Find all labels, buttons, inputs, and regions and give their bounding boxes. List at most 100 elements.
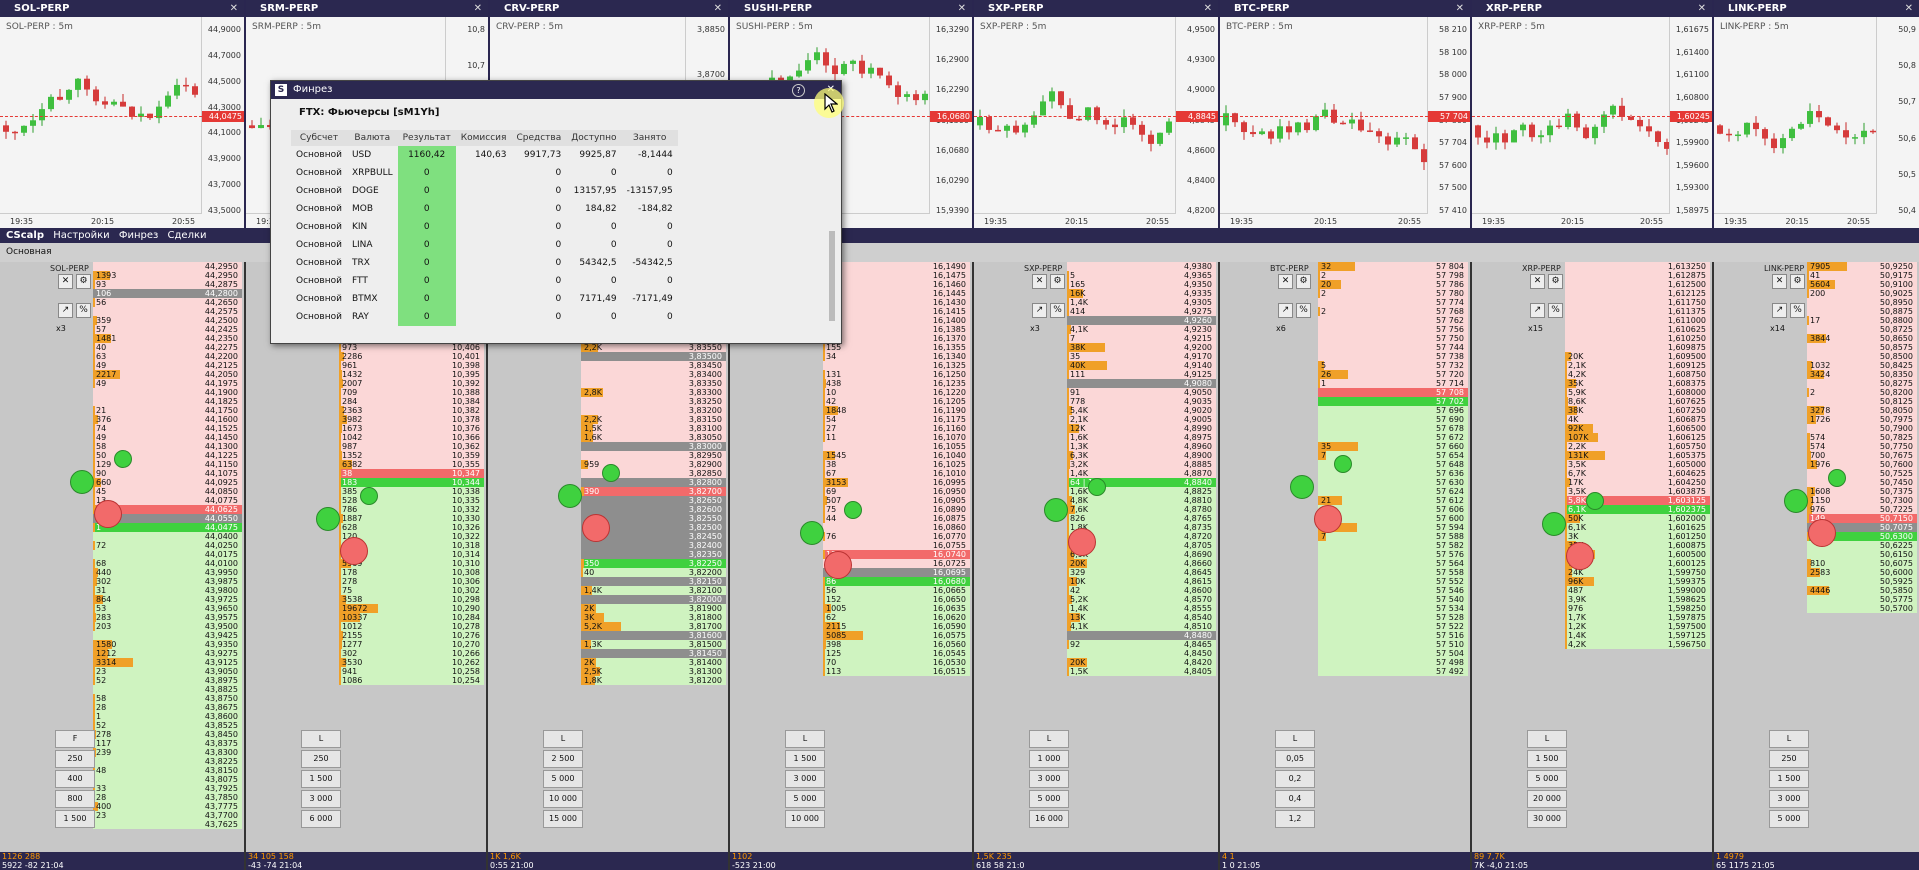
ladder-row[interactable]: 28 43,7850 bbox=[93, 793, 242, 802]
ladder-row[interactable]: 20K 4,8420 bbox=[1067, 658, 1216, 667]
ladder-row[interactable]: 941 10,258 bbox=[339, 667, 484, 676]
ladder-row[interactable]: 50,5700 bbox=[1807, 604, 1917, 613]
close-icon[interactable]: ✕ bbox=[1278, 274, 1293, 289]
dom-panel-sxp[interactable]: SXP-PERP ✕ ⚙ ↗% x3 4,9380 5 4,9365 165 4,9350 16K 4… bbox=[974, 262, 1220, 870]
ladder-row[interactable]: 3,82950 bbox=[581, 451, 726, 460]
ladder-row[interactable]: 21 44,1750 bbox=[93, 406, 242, 415]
ladder-row[interactable]: 4,1K 4,8510 bbox=[1067, 622, 1216, 631]
ladder-row[interactable]: 2,1K 4,9005 bbox=[1067, 415, 1216, 424]
order-size-button[interactable]: 1 500 bbox=[301, 770, 341, 788]
ladder-row[interactable]: 7 57 588 bbox=[1318, 532, 1468, 541]
ladder-row[interactable]: 1,4K 4,9305 bbox=[1067, 298, 1216, 307]
ladder-row[interactable]: 1673 10,376 bbox=[339, 424, 484, 433]
ladder-row[interactable]: 1,4K 4,8870 bbox=[1067, 469, 1216, 478]
ladder-row[interactable]: 3,82800 bbox=[581, 478, 726, 487]
ladder-row[interactable]: 1086 10,254 bbox=[339, 676, 484, 685]
ladder-row[interactable]: 11 16,1070 bbox=[823, 433, 970, 442]
ladder-row[interactable]: 7,6K 4,8780 bbox=[1067, 505, 1216, 514]
ladder-row[interactable]: 5,2K 4,8570 bbox=[1067, 595, 1216, 604]
ladder-row[interactable]: 398 16,0560 bbox=[823, 640, 970, 649]
ladder-row[interactable]: 2,5K 3,81300 bbox=[581, 667, 726, 676]
ladder-row[interactable]: 3,83250 bbox=[581, 397, 726, 406]
ladder-row[interactable]: 987 10,362 bbox=[339, 442, 484, 451]
app-logo[interactable]: CScalp bbox=[6, 230, 44, 241]
order-size-button[interactable]: 15 000 bbox=[543, 810, 583, 828]
order-size-button[interactable]: 1 000 bbox=[1029, 750, 1069, 768]
order-size-button[interactable]: 5 000 bbox=[1527, 770, 1567, 788]
ladder-row[interactable]: 376 44,1600 bbox=[93, 415, 242, 424]
ladder-row[interactable]: 50,7525 bbox=[1807, 469, 1917, 478]
ladder-row[interactable]: 3278 50,8050 bbox=[1807, 406, 1917, 415]
order-size-button[interactable]: 10 000 bbox=[543, 790, 583, 808]
ladder-row[interactable]: 1150 50,7300 bbox=[1807, 496, 1917, 505]
ladder-row[interactable]: 487 1,599000 bbox=[1565, 586, 1710, 595]
ladder-row[interactable]: 1481 44,2350 bbox=[93, 334, 242, 343]
ladder-row[interactable]: 3K 1,601250 bbox=[1565, 532, 1710, 541]
menu-settings[interactable]: Настройки bbox=[53, 230, 109, 241]
gear-icon[interactable]: ⚙ bbox=[76, 274, 91, 289]
ladder-row[interactable]: 57 702 bbox=[1318, 397, 1468, 406]
ladder-row[interactable]: 42 16,1205 bbox=[823, 397, 970, 406]
ladder-row[interactable]: 1976 50,7600 bbox=[1807, 460, 1917, 469]
dom-panel-crv[interactable]: CRV-PERP✕⚙↗%2433,840003,5K3,839503K3,839… bbox=[488, 262, 730, 870]
dom-panel-sol[interactable]: SOL-PERP ✕ ⚙ ↗% x3 44,2950 1393 44,2950 93 44,287… bbox=[0, 262, 246, 870]
ladder-row[interactable]: 52 43,8525 bbox=[93, 721, 242, 730]
ladder-row[interactable]: 1432 10,395 bbox=[339, 370, 484, 379]
price-ladder-sxp[interactable]: 4,9380 5 4,9365 165 4,9350 16K 4,9335 1,4K 4,930… bbox=[1067, 262, 1216, 870]
ladder-row[interactable]: 155 16,1355 bbox=[823, 343, 970, 352]
ladder-row[interactable]: 93 44,2875 bbox=[93, 280, 242, 289]
ladder-row[interactable]: 4,8450 bbox=[1067, 649, 1216, 658]
ladder-row[interactable]: 4,9260 bbox=[1067, 316, 1216, 325]
ladder-row[interactable]: 2,2K 3,83550 bbox=[581, 343, 726, 352]
close-icon[interactable]: ✕ bbox=[1905, 0, 1913, 17]
ladder-row[interactable]: 10K 4,8615 bbox=[1067, 577, 1216, 586]
ladder-row[interactable]: 43,8075 bbox=[93, 775, 242, 784]
ladder-row[interactable]: 1352 10,359 bbox=[339, 451, 484, 460]
ladder-row[interactable]: 183 10,344 bbox=[339, 478, 484, 487]
ladder-row[interactable]: 4,2K 1,608750 bbox=[1565, 370, 1710, 379]
order-size-button[interactable]: 1 500 bbox=[1769, 770, 1809, 788]
order-size-button[interactable]: 0,2 bbox=[1275, 770, 1315, 788]
ladder-row[interactable]: 1887 10,330 bbox=[339, 514, 484, 523]
ladder-row[interactable]: 57 546 bbox=[1318, 586, 1468, 595]
ladder-row[interactable]: 50,8875 bbox=[1807, 307, 1917, 316]
ladder-row[interactable]: 3982 10,378 bbox=[339, 415, 484, 424]
ladder-row[interactable]: 131K 1,605375 bbox=[1565, 451, 1710, 460]
ladder-row[interactable]: 3,83500 bbox=[581, 352, 726, 361]
order-size-button[interactable]: 3 000 bbox=[785, 770, 825, 788]
dialog-titlebar[interactable]: S Финрез ? ✕ bbox=[271, 81, 841, 99]
ladder-row[interactable]: 45 44,0850 bbox=[93, 487, 242, 496]
ladder-row[interactable]: 976 50,7225 bbox=[1807, 505, 1917, 514]
ladder-row[interactable]: 44,1825 bbox=[93, 397, 242, 406]
ladder-row[interactable]: 438 16,1235 bbox=[823, 379, 970, 388]
order-size-button[interactable]: 5 000 bbox=[785, 790, 825, 808]
menu-finrez[interactable]: Финрез bbox=[119, 230, 158, 241]
chart-toggle-icon[interactable]: ↗ bbox=[1772, 303, 1787, 318]
ladder-row[interactable]: 2 57 780 bbox=[1318, 289, 1468, 298]
menu-trades[interactable]: Сделки bbox=[168, 230, 207, 241]
ladder-row[interactable]: 786 10,332 bbox=[339, 505, 484, 514]
close-icon[interactable]: ✕ bbox=[958, 0, 966, 17]
ladder-row[interactable]: 810 50,6075 bbox=[1807, 559, 1917, 568]
order-size-button[interactable]: 2 500 bbox=[543, 750, 583, 768]
close-icon[interactable]: ✕ bbox=[58, 274, 73, 289]
ladder-row[interactable]: 106 44,2800 bbox=[93, 289, 242, 298]
ladder-row[interactable]: 35K 1,608375 bbox=[1565, 379, 1710, 388]
ladder-row[interactable]: 57 738 bbox=[1318, 352, 1468, 361]
ladder-row[interactable]: 973 10,406 bbox=[339, 343, 484, 352]
ladder-row[interactable]: 1,5K 3,83100 bbox=[581, 424, 726, 433]
ladder-row[interactable]: 50,8950 bbox=[1807, 298, 1917, 307]
ladder-row[interactable]: 57 744 bbox=[1318, 343, 1468, 352]
ladder-row[interactable]: 5,4K 4,9020 bbox=[1067, 406, 1216, 415]
ladder-row[interactable]: 50,5925 bbox=[1807, 577, 1917, 586]
order-type-select[interactable]: L bbox=[785, 730, 825, 748]
order-size-button[interactable]: 3 000 bbox=[1769, 790, 1809, 808]
ladder-row[interactable]: 16,1325 bbox=[823, 361, 970, 370]
ladder-row[interactable]: 96K 1,599375 bbox=[1565, 577, 1710, 586]
close-icon[interactable]: ✕ bbox=[1456, 0, 1464, 17]
ladder-row[interactable]: 43,8225 bbox=[93, 757, 242, 766]
gear-icon[interactable]: ⚙ bbox=[1548, 274, 1563, 289]
ladder-row[interactable]: 3,83200 bbox=[581, 406, 726, 415]
ladder-row[interactable]: 68 44,0100 bbox=[93, 559, 242, 568]
ladder-row[interactable]: 1,613250 bbox=[1565, 262, 1710, 271]
